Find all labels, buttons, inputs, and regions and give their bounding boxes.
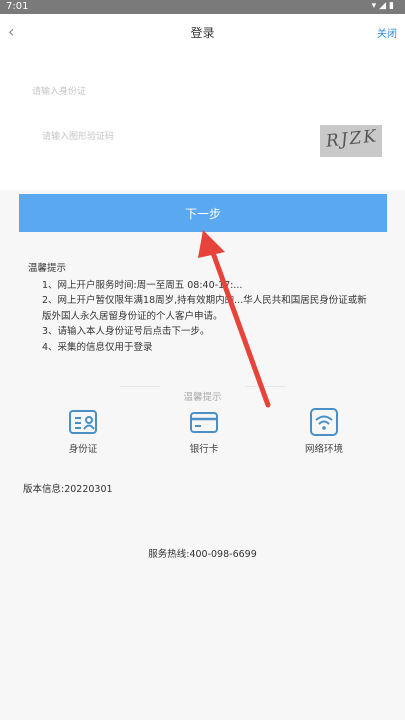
nav-bar: ‹ 登录 关闭 xyxy=(0,14,405,50)
close-button[interactable]: 关闭 xyxy=(377,25,397,40)
status-bar: 7:01 ▾◢▮ xyxy=(0,0,405,14)
quick-link-label: 银行卡 xyxy=(189,444,219,455)
service-hotline: 服务热线:400-098-6699 xyxy=(148,549,257,560)
divider-right xyxy=(245,386,285,387)
quick-link-label: 身份证 xyxy=(68,444,98,455)
version-info: 版本信息:20220301 xyxy=(23,484,113,495)
id-number-input[interactable] xyxy=(30,84,334,100)
signal-icon: ◢ xyxy=(379,1,390,11)
bank-card-icon xyxy=(190,412,218,433)
battery-icon: ▮ xyxy=(389,1,397,11)
wifi-network-icon xyxy=(310,408,338,436)
quick-link-bank-card[interactable]: 银行卡 xyxy=(164,406,244,455)
quick-link-network[interactable]: 网络环境 xyxy=(284,406,364,455)
tip-item: 1、网上开户服务时间:周一至周五 08:40-17:... xyxy=(42,279,243,291)
tip-item: 2、网上开户暂仅限年满18周岁,持有效期内的...华人民共和国居民身份证或新 xyxy=(42,295,367,306)
next-step-button[interactable]: 下一步 xyxy=(19,194,387,232)
warm-section-label: 温馨提示 xyxy=(183,392,222,403)
tip-item: 版外国人永久居留身份证的个人客户申请。 xyxy=(42,310,223,322)
wifi-icon: ▾ xyxy=(371,1,380,11)
captcha-text: RJZK xyxy=(325,126,380,152)
id-card-icon xyxy=(69,410,97,434)
tips-title: 温馨提示 xyxy=(28,263,67,274)
tips-section: 温馨提示 1、网上开户服务时间:周一至周五 08:40-17:... 2、网上开… xyxy=(28,261,388,355)
status-time: 7:01 xyxy=(6,1,29,12)
captcha-input[interactable] xyxy=(40,129,284,145)
captcha-image[interactable]: RJZK xyxy=(320,125,382,157)
tip-item: 3、请输入本人身份证号后点击下一步。 xyxy=(42,326,210,337)
quick-link-label: 网络环境 xyxy=(304,444,343,455)
quick-link-id-card[interactable]: 身份证 xyxy=(43,406,123,455)
login-form: RJZK xyxy=(0,50,405,190)
page-title: 登录 xyxy=(190,26,215,40)
status-icons: ▾◢▮ xyxy=(372,1,397,11)
divider-left xyxy=(120,386,160,387)
tip-item: 4、采集的信息仅用于登录 xyxy=(42,341,153,353)
